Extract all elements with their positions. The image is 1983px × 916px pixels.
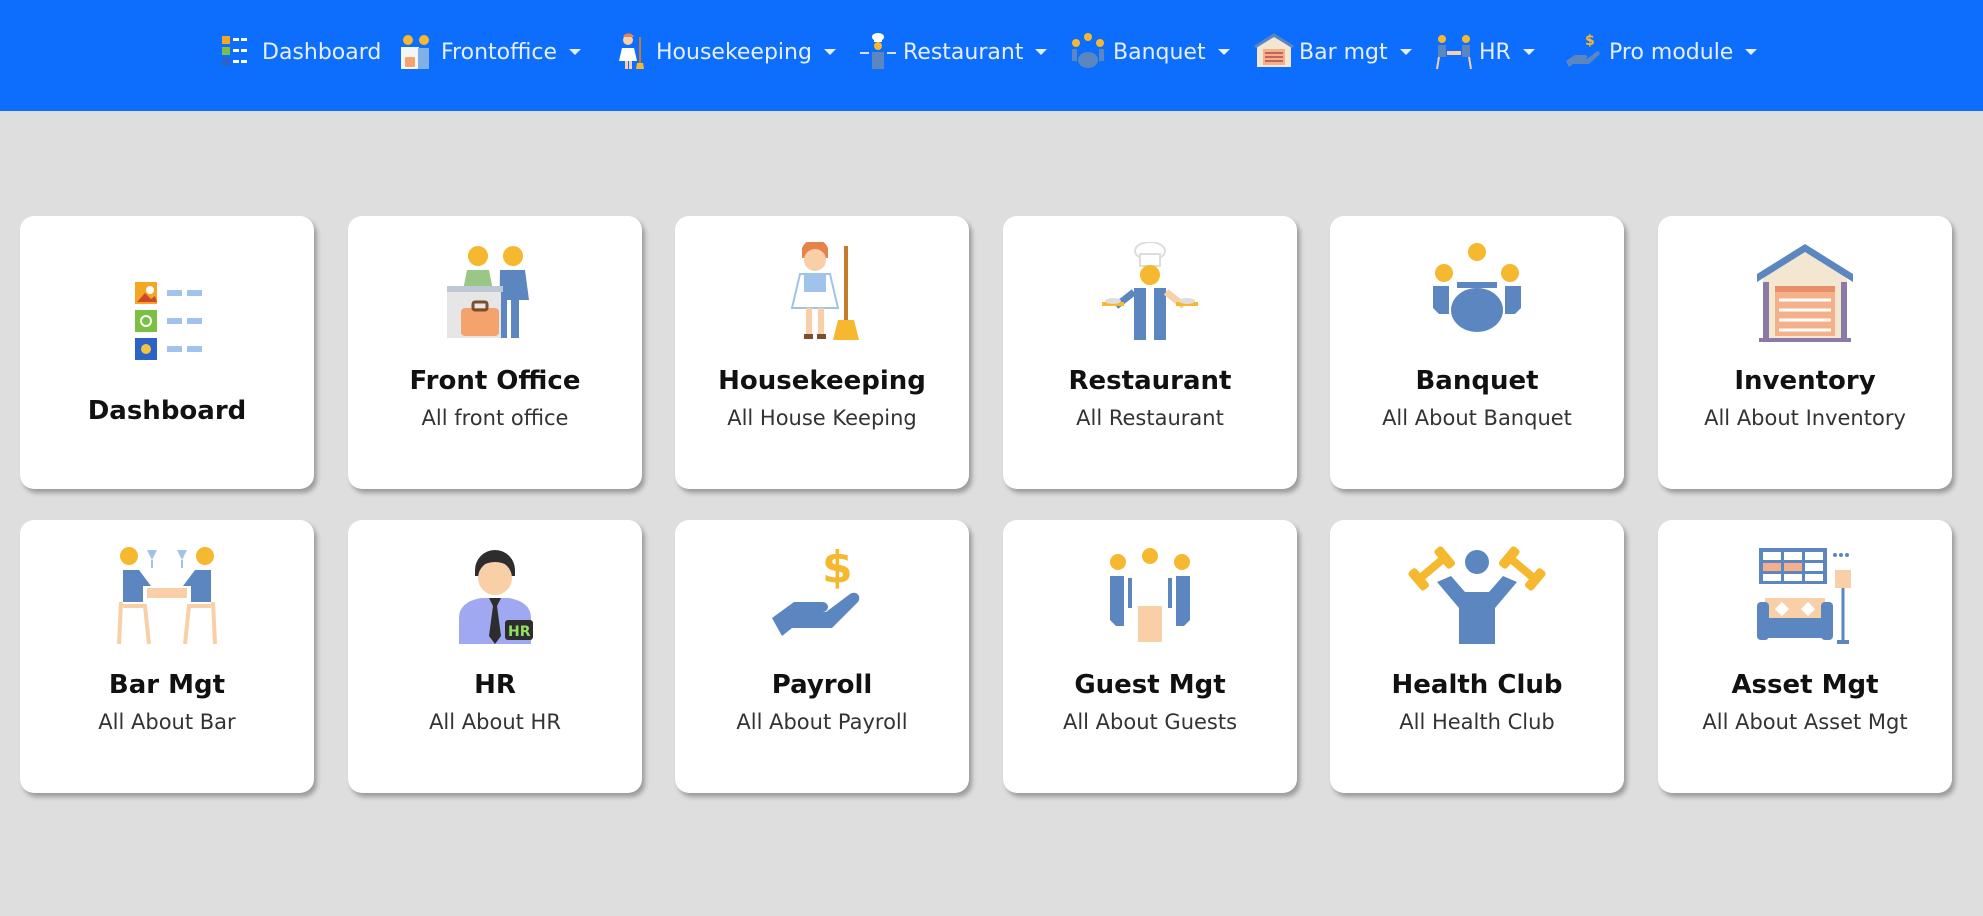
card-title: Housekeeping — [718, 366, 926, 396]
module-card-asset-mgt[interactable]: Asset Mgt All About Asset Mgt — [1658, 520, 1952, 793]
module-card-bar-mgt[interactable]: Bar Mgt All About Bar — [20, 520, 314, 793]
card-title: Bar Mgt — [108, 670, 226, 700]
banquet-icon — [1427, 242, 1527, 342]
nav-item-frontoffice[interactable]: Frontoffice — [395, 28, 582, 76]
nav-label: Bar mgt — [1299, 39, 1388, 65]
nav-label: HR — [1479, 39, 1511, 65]
card-title: Dashboard — [87, 396, 247, 426]
chevron-down-icon — [1399, 49, 1412, 55]
card-title: Payroll — [771, 670, 873, 700]
card-title: HR — [474, 670, 516, 700]
chevron-down-icon — [1035, 49, 1048, 55]
card-subtitle: All About Asset Mgt — [1702, 710, 1908, 734]
housekeeping-icon — [610, 31, 652, 73]
nav-item-restaurant[interactable]: Restaurant — [857, 28, 1048, 76]
banquet-icon — [1067, 31, 1109, 73]
svg-text:HR: HR — [508, 624, 531, 640]
card-title: Health Club — [1391, 670, 1563, 700]
module-card-guest-mgt[interactable]: Guest Mgt All About Guests — [1003, 520, 1297, 793]
module-card-inventory[interactable]: Inventory All About Inventory — [1658, 216, 1952, 489]
card-subtitle: All About Inventory — [1704, 406, 1906, 430]
nav-label: Banquet — [1113, 39, 1206, 65]
card-subtitle: All About Bar — [98, 710, 236, 734]
card-subtitle: All About Banquet — [1382, 406, 1572, 430]
chevron-down-icon — [569, 49, 582, 55]
card-title: Inventory — [1734, 366, 1876, 396]
pro-module-icon: $ — [1563, 31, 1605, 73]
svg-text:$: $ — [1585, 33, 1595, 49]
module-card-restaurant[interactable]: Restaurant All Restaurant — [1003, 216, 1297, 489]
chevron-down-icon — [1217, 49, 1230, 55]
card-title: Banquet — [1415, 366, 1539, 396]
front-office-icon — [445, 242, 545, 342]
nav-item-housekeeping[interactable]: Housekeeping — [610, 28, 836, 76]
asset-mgt-icon — [1755, 546, 1855, 646]
restaurant-icon — [857, 31, 899, 73]
dashboard-icon — [117, 280, 217, 380]
card-title: Restaurant — [1068, 366, 1232, 396]
nav-label: Restaurant — [903, 39, 1024, 65]
card-title: Asset Mgt — [1731, 670, 1879, 700]
nav-label: Housekeeping — [656, 39, 812, 65]
nav-label: Pro module — [1609, 39, 1734, 65]
hr-icon: HR — [445, 546, 545, 646]
card-title: Guest Mgt — [1074, 670, 1226, 700]
dashboard-icon — [216, 31, 258, 73]
inventory-icon — [1755, 242, 1855, 342]
restaurant-icon — [1100, 242, 1200, 342]
nav-item-pro-module[interactable]: $ Pro module — [1563, 28, 1758, 76]
chevron-down-icon — [1745, 49, 1758, 55]
card-subtitle: All About Guests — [1062, 710, 1238, 734]
nav-label: Frontoffice — [441, 39, 558, 65]
module-card-health-club[interactable]: Health Club All Health Club — [1330, 520, 1624, 793]
module-card-front-office[interactable]: Front Office All front office — [348, 216, 642, 489]
chevron-down-icon — [1522, 49, 1535, 55]
card-subtitle: All About HR — [429, 710, 561, 734]
top-navbar: Dashboard Frontoffice Housekeeping Resta… — [0, 0, 1983, 111]
svg-text:$: $ — [822, 546, 853, 593]
module-card-payroll[interactable]: $ Payroll All About Payroll — [675, 520, 969, 793]
module-card-banquet[interactable]: Banquet All About Banquet — [1330, 216, 1624, 489]
card-title: Front Office — [409, 366, 581, 396]
module-card-dashboard[interactable]: Dashboard — [20, 216, 314, 489]
nav-item-dashboard[interactable]: Dashboard — [216, 28, 381, 76]
nav-item-bar-mgt[interactable]: Bar mgt — [1253, 28, 1412, 76]
hr-icon — [1433, 31, 1475, 73]
payroll-icon: $ — [772, 546, 872, 646]
frontoffice-icon — [395, 31, 437, 73]
module-card-hr[interactable]: HR HR All About HR — [348, 520, 642, 793]
bar-mgt-icon — [1253, 31, 1295, 73]
card-subtitle: All About Payroll — [736, 710, 908, 734]
housekeeping-icon — [772, 242, 872, 342]
bar-mgt-icon — [117, 546, 217, 646]
module-card-housekeeping[interactable]: Housekeeping All House Keeping — [675, 216, 969, 489]
nav-item-banquet[interactable]: Banquet — [1067, 28, 1230, 76]
nav-item-hr[interactable]: HR — [1433, 28, 1535, 76]
card-subtitle: All Restaurant — [1076, 406, 1224, 430]
health-club-icon — [1407, 546, 1547, 646]
card-subtitle: All front office — [421, 406, 569, 430]
guest-mgt-icon — [1100, 546, 1200, 646]
card-subtitle: All House Keeping — [727, 406, 917, 430]
card-subtitle: All Health Club — [1399, 710, 1555, 734]
nav-label: Dashboard — [262, 39, 382, 65]
chevron-down-icon — [823, 49, 836, 55]
